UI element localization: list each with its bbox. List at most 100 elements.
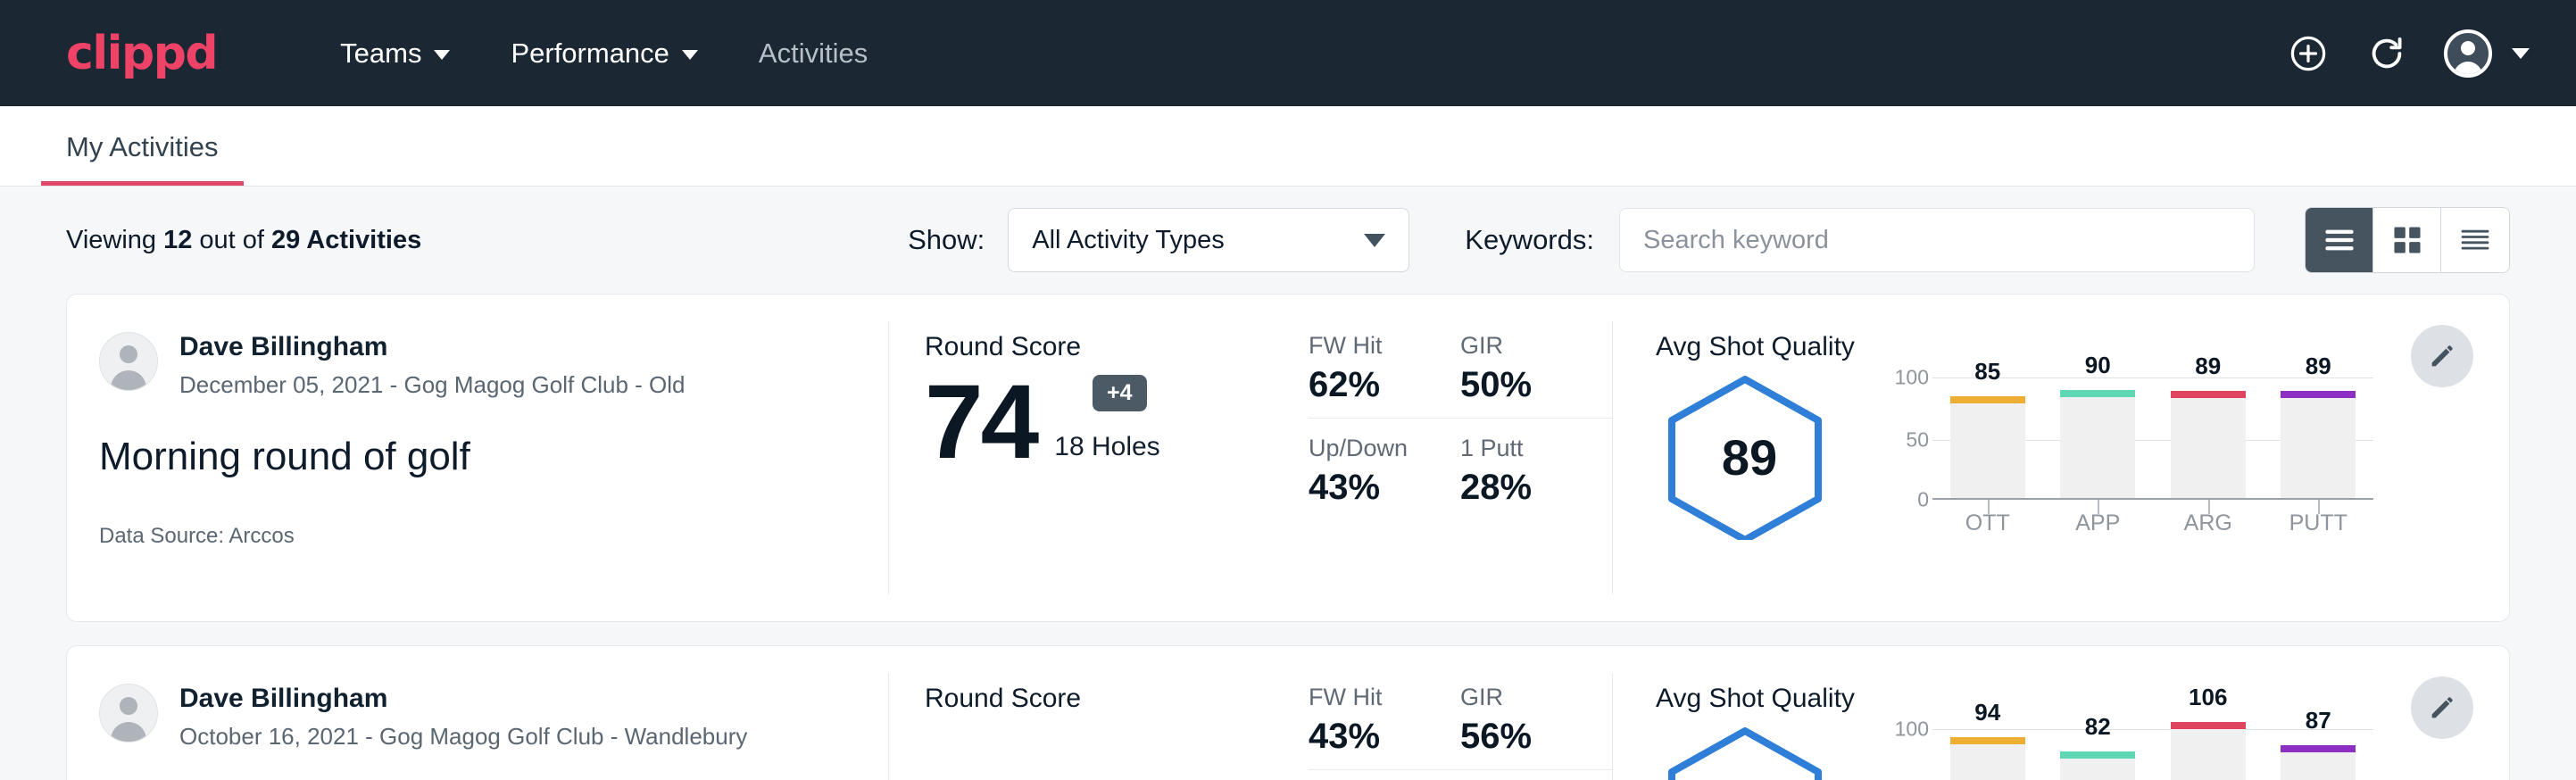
compact-view-icon xyxy=(2460,228,2490,253)
bar-cell-arg: 106 xyxy=(2153,719,2264,780)
edit-activity-button[interactable] xyxy=(2411,676,2473,739)
bar-ott xyxy=(1950,396,2025,498)
pencil-icon xyxy=(2427,693,2457,723)
edit-activity-button[interactable] xyxy=(2411,325,2473,387)
viewing-total: 29 Activities xyxy=(271,226,421,254)
activity-card[interactable]: Dave Billingham December 05, 2021 - Gog … xyxy=(66,294,2510,622)
bar-putt xyxy=(2281,391,2356,498)
viewing-middle: out of xyxy=(192,226,271,254)
bar-cap-arg xyxy=(2171,722,2246,729)
round-score-row: 74 +4 18 Holes xyxy=(925,369,1309,475)
bar-value-ott: 94 xyxy=(1974,699,2000,726)
nav-item-activities-label: Activities xyxy=(759,37,868,70)
tab-my-activities[interactable]: My Activities xyxy=(41,131,244,186)
bar-cell-putt: 89 xyxy=(2264,368,2374,498)
bar-putt xyxy=(2281,745,2356,780)
activity-type-select[interactable]: All Activity Types xyxy=(1008,208,1409,272)
search-input[interactable] xyxy=(1619,208,2255,272)
activity-card[interactable]: Dave Billingham October 16, 2021 - Gog M… xyxy=(66,645,2510,780)
stat-fw-hit-value: 62% xyxy=(1309,365,1460,405)
refresh-icon xyxy=(2366,33,2407,74)
stat-gir: GIR 56% xyxy=(1460,684,1612,769)
show-label: Show: xyxy=(908,224,985,256)
nav-item-performance[interactable]: Performance xyxy=(480,37,727,70)
add-circle-button[interactable] xyxy=(2287,32,2330,75)
view-mode-compact-button[interactable] xyxy=(2441,208,2509,272)
chevron-down-icon xyxy=(1364,234,1385,247)
y-tick-50: 50 xyxy=(1906,427,1929,452)
stat-up-down-label: Up/Down xyxy=(1309,435,1460,462)
activity-author: Dave Billingham December 05, 2021 - Gog … xyxy=(99,332,849,399)
pencil-icon xyxy=(2427,341,2457,371)
round-score-section: Round Score 74 +4 18 Holes xyxy=(889,295,1309,621)
account-menu[interactable] xyxy=(2444,29,2530,78)
view-mode-grid-button[interactable] xyxy=(2373,208,2441,272)
activity-summary: Dave Billingham December 05, 2021 - Gog … xyxy=(67,295,888,621)
chevron-down-icon xyxy=(2512,48,2530,59)
avatar-head xyxy=(120,697,137,715)
bar-value-ott: 85 xyxy=(1974,358,2000,386)
bar-value-putt: 89 xyxy=(2306,353,2331,380)
avg-shot-quality-label: Avg Shot Quality xyxy=(1656,332,2509,362)
bar-cell-app: 82 xyxy=(2043,719,2154,780)
nav-item-activities[interactable]: Activities xyxy=(728,37,898,70)
author-name: Dave Billingham xyxy=(179,684,747,713)
stat-up-down: Up/Down 43% xyxy=(1309,418,1460,520)
nav-actions xyxy=(2287,29,2530,78)
bar-cap-app xyxy=(2060,751,2135,759)
stat-fw-hit-value: 43% xyxy=(1309,717,1460,757)
stat-column-left: FW Hit 62% Up/Down 43% xyxy=(1309,332,1460,621)
clippd-logo[interactable]: clippd xyxy=(66,27,217,80)
grid-view-icon xyxy=(2393,226,2422,254)
keywords-label: Keywords: xyxy=(1465,224,1594,256)
shot-quality-bar-chart: 100 50 0 85 90 xyxy=(1874,368,2373,546)
stat-fw-hit: FW Hit 62% xyxy=(1309,332,1460,418)
activity-author: Dave Billingham October 16, 2021 - Gog M… xyxy=(99,684,849,751)
stat-column-right: GIR 56% 1 Putt xyxy=(1460,684,1612,780)
bar-cell-ott: 85 xyxy=(1932,368,2043,498)
viewing-prefix: Viewing xyxy=(66,226,163,254)
bar-cell-app: 90 xyxy=(2043,368,2154,498)
refresh-button[interactable] xyxy=(2365,32,2408,75)
bar-value-putt: 87 xyxy=(2306,707,2331,734)
stat-gir-label: GIR xyxy=(1460,332,1612,360)
bar-arg xyxy=(2171,391,2246,498)
x-axis-labels: OTTAPPARGPUTT xyxy=(1932,510,2373,536)
stat-fw-hit-label: FW Hit xyxy=(1309,332,1460,360)
stat-gir: GIR 50% xyxy=(1460,332,1612,418)
bar-value-arg: 106 xyxy=(2189,684,2227,711)
avatar xyxy=(99,332,158,391)
avg-shot-quality-section: Avg Shot Quality 89 100 50 0 xyxy=(1613,295,2509,621)
bar-cell-arg: 89 xyxy=(2153,368,2264,498)
author-name: Dave Billingham xyxy=(179,332,686,361)
view-mode-list-button[interactable] xyxy=(2306,208,2373,272)
x-label-ott: OTT xyxy=(1932,510,2043,536)
stat-fw-hit: FW Hit 43% xyxy=(1309,684,1460,769)
nav-item-teams[interactable]: Teams xyxy=(310,37,480,70)
round-stats: FW Hit 43% Up/Down GIR 56% 1 Putt xyxy=(1309,646,1612,780)
avatar-head xyxy=(120,345,137,363)
y-tick-0: 0 xyxy=(1917,488,1929,512)
y-tick-100: 100 xyxy=(1895,366,1929,390)
tab-bar: My Activities xyxy=(0,106,2576,187)
avatar-body xyxy=(111,370,146,391)
stat-column-left: FW Hit 43% Up/Down xyxy=(1309,684,1460,780)
avg-shot-quality-label: Avg Shot Quality xyxy=(1656,684,2509,714)
round-score-section: Round Score xyxy=(889,646,1309,780)
avatar-head xyxy=(2461,41,2475,55)
activity-list: Dave Billingham December 05, 2021 - Gog … xyxy=(66,294,2510,780)
stat-fw-hit-label: FW Hit xyxy=(1309,684,1460,711)
avatar xyxy=(2444,29,2492,78)
holes-played: 18 Holes xyxy=(1054,432,1159,475)
bar-cap-putt xyxy=(2281,391,2356,398)
bar-cap-arg xyxy=(2171,391,2246,398)
round-score-value: 74 xyxy=(925,369,1036,475)
score-to-par-badge: +4 xyxy=(1093,375,1147,411)
primary-nav: Teams Performance Activities xyxy=(310,37,898,70)
activity-data-source: Data Source: Arccos xyxy=(99,524,849,549)
round-score-row xyxy=(925,721,1309,734)
bars: 94 82 106 87 xyxy=(1932,719,2373,780)
view-mode-toggle xyxy=(2305,207,2510,273)
avatar xyxy=(99,684,158,743)
activity-type-value: All Activity Types xyxy=(1032,226,1364,255)
